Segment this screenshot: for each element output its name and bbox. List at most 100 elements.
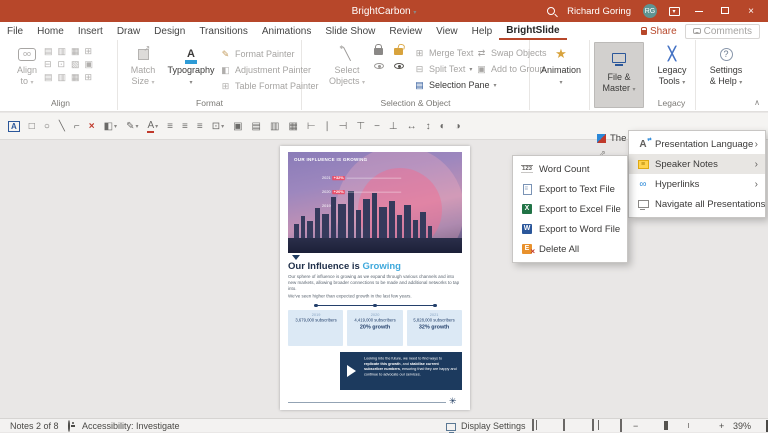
selection-pane-button[interactable]: ▤Selection Pane ▾	[414, 77, 497, 93]
hide-object-icon[interactable]	[374, 63, 384, 69]
tab-help[interactable]: Help	[465, 24, 500, 39]
distribute-vertically-icon[interactable]: ↕	[426, 121, 431, 132]
merge-shapes-subtract-icon[interactable]: ◑	[455, 121, 461, 132]
menu-item-speaker-notes[interactable]: ≡ Speaker Notes ›	[629, 154, 765, 174]
stat-cards: 2019 3,679,000 subscribers 2020 4,419,00…	[288, 310, 462, 346]
minimize-button[interactable]	[692, 6, 706, 17]
group-file-master: File & Master ▾	[592, 40, 646, 110]
settings-help-button[interactable]: ? Settings & Help ▾	[703, 43, 749, 89]
insert-oval-icon[interactable]: ○	[44, 121, 50, 132]
zoom-in-button[interactable]: +	[719, 421, 724, 431]
water-reflection	[288, 238, 462, 253]
close-button[interactable]: ×	[744, 6, 758, 17]
align-text-right-icon[interactable]: ≡	[197, 121, 203, 132]
group-legacy: ╳ Legacy Tools ▾ Legacy	[648, 40, 696, 110]
callout-box: Looking into the future, we need to find…	[340, 352, 462, 390]
menu-item-delete-all[interactable]: E Delete All	[513, 239, 627, 259]
display-settings-button[interactable]: Display Settings	[461, 421, 526, 431]
menu-item-word-count[interactable]: 123 Word Count	[513, 159, 627, 179]
align-text-center-icon[interactable]: ≡	[182, 121, 188, 132]
align-objects-bottom-icon[interactable]: ⊥	[389, 121, 398, 132]
comments-button[interactable]: Comments	[685, 24, 760, 39]
table-format-painter-icon: ⊞	[220, 81, 231, 92]
zoom-slider-thumb[interactable]	[664, 421, 668, 430]
bring-to-front-icon[interactable]: ▥	[270, 121, 279, 132]
normal-view-icon[interactable]	[532, 419, 534, 431]
group-label-selection-object: Selection & Object	[302, 98, 529, 108]
menu-item-presentation-language[interactable]: A Presentation Language ›	[629, 134, 765, 154]
tab-slide-show[interactable]: Slide Show	[318, 24, 382, 39]
reading-view-icon[interactable]	[592, 419, 594, 431]
tab-view[interactable]: View	[429, 24, 465, 39]
tab-file[interactable]: File	[0, 24, 30, 39]
outline-color-icon[interactable]: ✎▾	[126, 121, 138, 132]
align-objects-left-icon[interactable]: ⊢	[307, 121, 316, 132]
slide-hero-image: OUR INFLUENCE IS GROWING 2021+32% 2020+2…	[288, 152, 462, 253]
tab-insert[interactable]: Insert	[71, 24, 110, 39]
font-color-icon[interactable]: A▾	[147, 120, 158, 133]
insert-connector-icon[interactable]: ⌐	[74, 121, 80, 132]
fill-color-icon[interactable]: ◧▾	[104, 121, 117, 132]
resize-placeholder-icon[interactable]: ⊡▾	[212, 121, 224, 132]
select-objects-button[interactable]: ╲ Select Objects ▾	[324, 43, 370, 89]
zoom-out-button[interactable]: −	[633, 421, 638, 431]
file-and-master-button[interactable]: File & Master ▾	[594, 42, 644, 108]
share-button[interactable]: Share	[641, 26, 677, 37]
merge-shapes-union-icon[interactable]: ◐	[440, 121, 446, 132]
insert-rectangle-icon[interactable]: □	[29, 121, 35, 132]
legacy-tools-icon: ╳	[668, 46, 676, 62]
selection-pane-icon: ▤	[414, 80, 425, 91]
distribute-horizontally-icon[interactable]: ↔	[407, 121, 417, 132]
send-backward-icon[interactable]: ▤	[252, 121, 261, 132]
tab-brightslide[interactable]: BrightSlide	[499, 23, 566, 40]
format-painter-icon: ✎	[220, 49, 231, 60]
file-master-menu-partial-item[interactable]: The	[597, 133, 626, 144]
menu-item-export-word-file[interactable]: W Export to Word File	[513, 219, 627, 239]
menu-item-export-excel-file[interactable]: X Export to Excel File	[513, 199, 627, 219]
tab-home[interactable]: Home	[30, 24, 71, 39]
match-size-button[interactable]: Match Size ▾	[120, 43, 166, 89]
search-icon[interactable]	[547, 7, 555, 15]
collapse-ribbon-icon[interactable]: ∧	[754, 98, 760, 107]
account-name[interactable]: Richard Goring	[567, 6, 631, 17]
insert-text-box-icon[interactable]: A	[8, 121, 20, 132]
zoom-level[interactable]: 39%	[733, 421, 751, 431]
tab-transitions[interactable]: Transitions	[192, 24, 255, 39]
slide-show-icon[interactable]	[620, 419, 622, 432]
play-icon	[347, 365, 356, 377]
speaker-notes-submenu: 123 Word Count Export to Text File X Exp…	[512, 155, 628, 263]
tab-review[interactable]: Review	[382, 24, 429, 39]
menu-item-hyperlinks[interactable]: ∞ Hyperlinks ›	[629, 174, 765, 194]
menu-item-navigate-all-presentations[interactable]: Navigate all Presentations	[629, 194, 765, 214]
slide[interactable]: OUR INFLUENCE IS GROWING 2021+32% 2020+2…	[280, 146, 470, 410]
lock-object-icon[interactable]	[374, 48, 383, 55]
insert-line-icon[interactable]: ╲	[59, 121, 65, 132]
legacy-tools-button[interactable]: ╳ Legacy Tools ▾	[649, 43, 695, 89]
accessibility-status[interactable]: Accessibility: Investigate	[82, 421, 180, 431]
unlock-object-icon[interactable]	[394, 48, 403, 55]
typography-button[interactable]: A Typography ▾	[164, 43, 218, 89]
navigate-presentations-icon	[638, 200, 649, 208]
bring-forward-icon[interactable]: ▣	[233, 121, 242, 132]
align-tools-grid[interactable]: ▤▥▦⊞ ⊟⊡▧▣ ▤▥▦⊞	[44, 46, 93, 83]
tab-draw[interactable]: Draw	[110, 24, 147, 39]
submenu-arrow-icon: ›	[755, 179, 758, 190]
restore-button[interactable]	[718, 6, 732, 17]
show-object-icon[interactable]	[394, 63, 404, 69]
send-to-back-icon[interactable]: ▦	[288, 121, 297, 132]
menu-item-export-text-file[interactable]: Export to Text File	[513, 179, 627, 199]
tab-design[interactable]: Design	[147, 24, 192, 39]
delete-placeholders-icon[interactable]: ×	[89, 121, 95, 132]
ribbon-display-options-icon[interactable]	[669, 7, 680, 16]
align-objects-center-icon[interactable]: ∣	[325, 121, 330, 132]
hyperlinks-icon: ∞	[639, 179, 646, 190]
slide-number-indicator[interactable]: Notes 2 of 8	[10, 421, 59, 431]
tab-animations[interactable]: Animations	[255, 24, 318, 39]
align-objects-right-icon[interactable]: ⊣	[339, 121, 348, 132]
align-objects-middle-icon[interactable]: −	[374, 121, 380, 132]
align-objects-top-icon[interactable]: ⊤	[356, 121, 365, 132]
avatar[interactable]: RG	[643, 4, 657, 18]
slide-sorter-view-icon[interactable]	[563, 419, 565, 431]
align-text-left-icon[interactable]: ≡	[167, 121, 173, 132]
animation-button[interactable]: ★ Animation ▾	[538, 43, 584, 89]
